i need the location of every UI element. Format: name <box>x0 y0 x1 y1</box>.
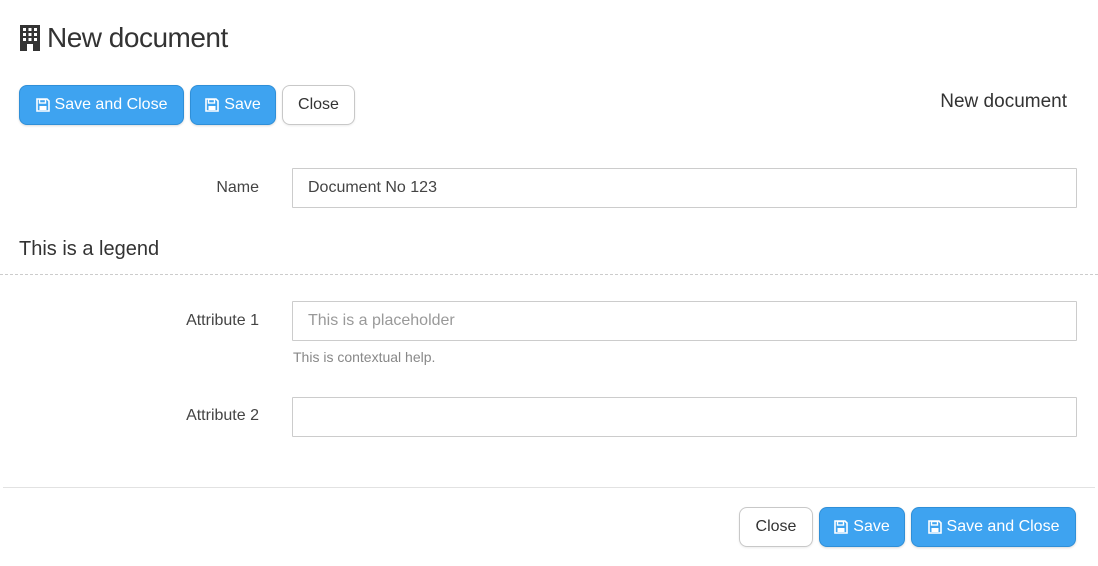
save-icon <box>834 520 849 534</box>
fieldset-legend: This is a legend <box>19 238 160 260</box>
attribute-1-label: Attribute 1 <box>186 312 259 329</box>
footer-save-and-close-button[interactable]: Save and Close <box>911 507 1076 547</box>
save-icon <box>927 520 942 534</box>
page-title-text: New document <box>47 22 228 53</box>
save-label: Save <box>224 96 261 113</box>
save-icon <box>35 98 50 112</box>
save-and-close-button[interactable]: Save and Close <box>19 85 184 125</box>
attribute-1-help: This is contextual help. <box>293 349 436 365</box>
name-input[interactable] <box>292 168 1077 208</box>
legend-divider <box>0 274 1098 275</box>
footer-save-button[interactable]: Save <box>819 507 905 547</box>
save-and-close-label: Save and Close <box>54 96 168 113</box>
name-label: Name <box>216 179 259 196</box>
close-label: Close <box>298 96 339 113</box>
building-icon <box>20 25 40 51</box>
footer-divider <box>3 487 1095 488</box>
footer-save-label: Save <box>853 518 890 535</box>
footer-save-and-close-label: Save and Close <box>946 518 1060 535</box>
attribute-2-label: Attribute 2 <box>186 407 259 424</box>
save-button[interactable]: Save <box>190 85 276 125</box>
save-icon <box>205 98 220 112</box>
close-button[interactable]: Close <box>282 85 355 125</box>
attribute-1-input[interactable] <box>292 301 1077 341</box>
document-form-page: New document Save and Close Save Close N… <box>0 0 1098 566</box>
document-status-label: New document <box>940 91 1067 112</box>
footer-close-label: Close <box>755 518 797 535</box>
footer-close-button[interactable]: Close <box>739 507 813 547</box>
page-title: New document <box>19 22 228 54</box>
attribute-2-input[interactable] <box>292 397 1077 437</box>
